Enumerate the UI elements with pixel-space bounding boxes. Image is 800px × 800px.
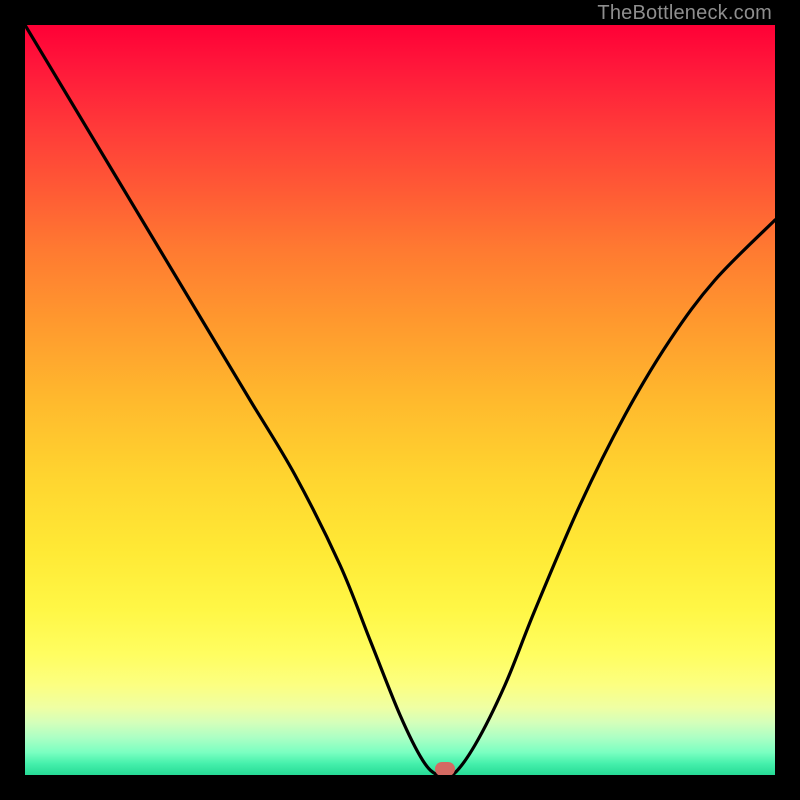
- bottleneck-marker: [435, 762, 455, 775]
- plot-area: [25, 25, 775, 775]
- chart-frame: TheBottleneck.com: [0, 0, 800, 800]
- bottleneck-curve: [25, 25, 775, 775]
- attribution-text: TheBottleneck.com: [597, 2, 772, 25]
